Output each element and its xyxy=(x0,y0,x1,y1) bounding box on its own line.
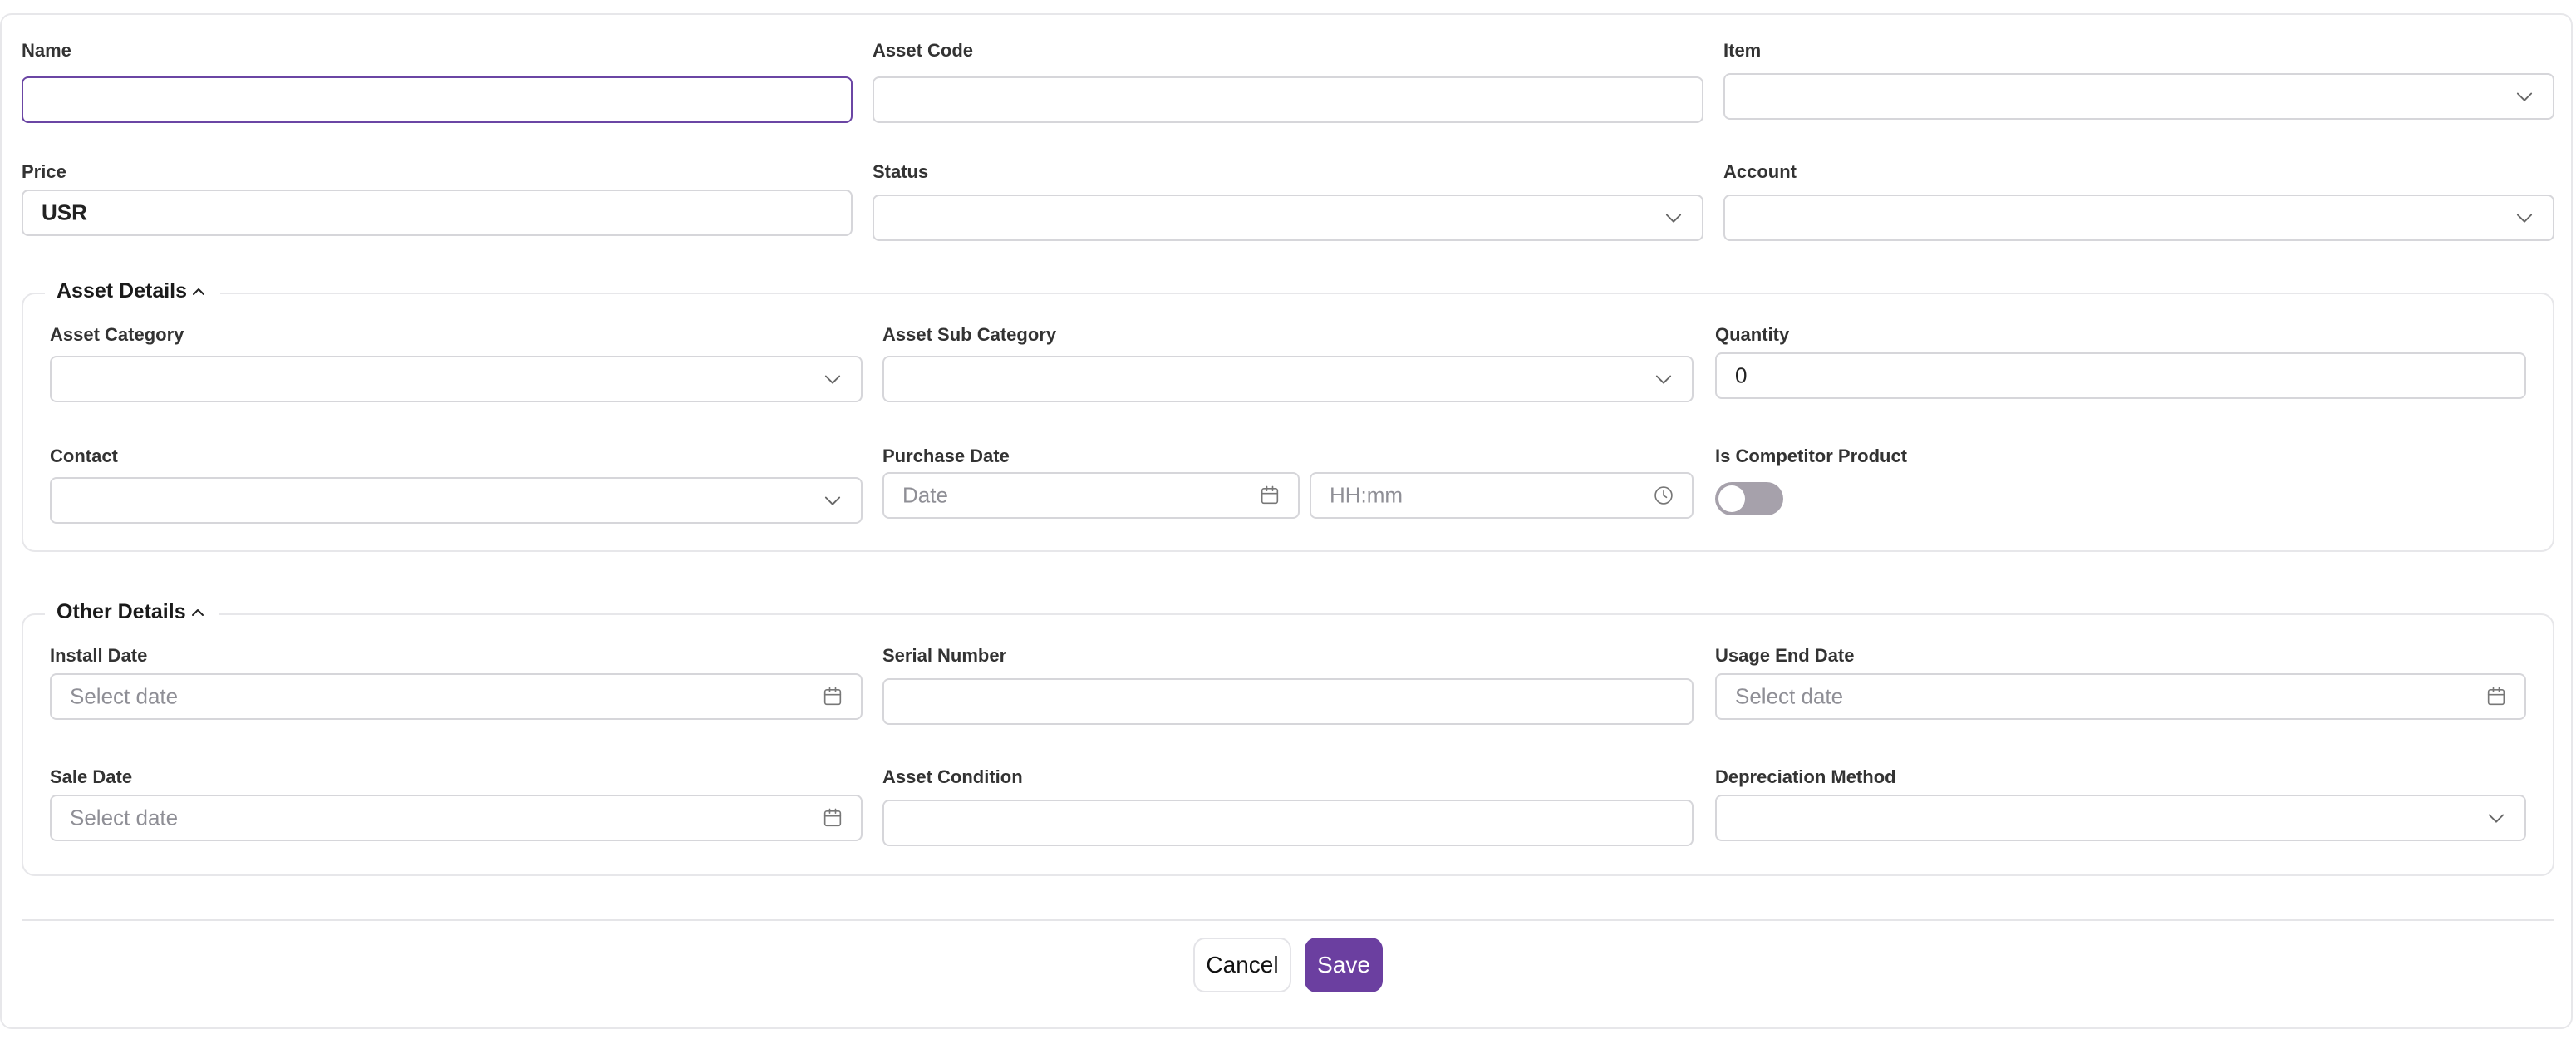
price-currency-value: USR xyxy=(42,199,87,225)
sale-date-input[interactable]: Select date xyxy=(50,795,863,841)
asset-details-toggle[interactable]: Asset Details xyxy=(45,279,221,303)
install-date-label: Install Date xyxy=(50,645,148,666)
quantity-value: 0 xyxy=(1735,362,1748,388)
price-label: Price xyxy=(22,161,66,182)
chevron-up-icon xyxy=(193,288,205,295)
sale-date-label: Sale Date xyxy=(50,766,133,787)
contact-select[interactable] xyxy=(50,477,863,524)
chevron-down-icon xyxy=(1655,375,1672,384)
calendar-icon xyxy=(2487,687,2505,706)
status-select[interactable] xyxy=(873,195,1703,241)
asset-category-label: Asset Category xyxy=(50,324,184,345)
asset-category-select[interactable] xyxy=(50,356,863,402)
install-date-placeholder: Select date xyxy=(70,683,179,709)
depreciation-method-select[interactable] xyxy=(1715,795,2526,841)
chevron-down-icon xyxy=(824,496,841,505)
usage-end-date-input[interactable]: Select date xyxy=(1715,673,2526,720)
price-input[interactable]: USR xyxy=(22,190,853,236)
purchase-time-placeholder: HH:mm xyxy=(1330,482,1404,508)
calendar-icon xyxy=(1261,485,1279,505)
status-label: Status xyxy=(873,161,929,182)
toggle-knob xyxy=(1718,485,1745,512)
usage-end-date-label: Usage End Date xyxy=(1715,645,1855,666)
is-competitor-product-toggle[interactable] xyxy=(1715,482,1783,515)
item-select[interactable] xyxy=(1723,73,2554,120)
cancel-button[interactable]: Cancel xyxy=(1193,938,1291,992)
chevron-down-icon xyxy=(2516,214,2533,223)
purchase-date-placeholder: Date xyxy=(902,482,948,508)
contact-label: Contact xyxy=(50,446,118,466)
other-details-title: Other Details xyxy=(57,600,186,623)
chevron-down-icon xyxy=(824,375,841,384)
serial-number-input[interactable] xyxy=(882,678,1694,725)
asset-code-label: Asset Code xyxy=(873,40,974,61)
purchase-date-input[interactable]: Date xyxy=(882,472,1300,519)
chevron-up-icon xyxy=(191,608,204,616)
purchase-time-input[interactable]: HH:mm xyxy=(1310,472,1694,519)
chevron-down-icon xyxy=(1665,214,1682,223)
install-date-input[interactable]: Select date xyxy=(50,673,863,720)
sale-date-placeholder: Select date xyxy=(70,805,179,830)
is-competitor-product-label: Is Competitor Product xyxy=(1715,446,1908,466)
name-label: Name xyxy=(22,40,71,61)
asset-sub-category-select[interactable] xyxy=(882,356,1694,402)
account-select[interactable] xyxy=(1723,195,2554,241)
calendar-icon xyxy=(823,687,842,706)
serial-number-label: Serial Number xyxy=(882,645,1007,666)
calendar-icon xyxy=(823,808,842,827)
chevron-down-icon xyxy=(2488,814,2505,823)
item-label: Item xyxy=(1723,40,1762,61)
save-button[interactable]: Save xyxy=(1305,938,1383,992)
asset-code-input[interactable] xyxy=(873,76,1703,123)
name-input[interactable] xyxy=(22,76,853,123)
asset-details-title: Asset Details xyxy=(57,279,188,303)
usage-end-date-placeholder: Select date xyxy=(1735,683,1844,709)
other-details-toggle[interactable]: Other Details xyxy=(45,600,219,624)
asset-form-page: Name Asset Code Item Price USR Status Ac… xyxy=(0,0,2576,1044)
clock-icon xyxy=(1654,486,1673,505)
quantity-label: Quantity xyxy=(1715,324,1790,345)
purchase-date-label: Purchase Date xyxy=(882,446,1010,466)
asset-condition-input[interactable] xyxy=(882,800,1694,846)
chevron-down-icon xyxy=(2516,92,2533,101)
account-label: Account xyxy=(1723,161,1797,182)
asset-sub-category-label: Asset Sub Category xyxy=(882,324,1057,345)
quantity-input[interactable]: 0 xyxy=(1715,352,2526,399)
depreciation-method-label: Depreciation Method xyxy=(1715,766,1896,787)
asset-condition-label: Asset Condition xyxy=(882,766,1023,787)
footer-divider xyxy=(22,919,2554,921)
